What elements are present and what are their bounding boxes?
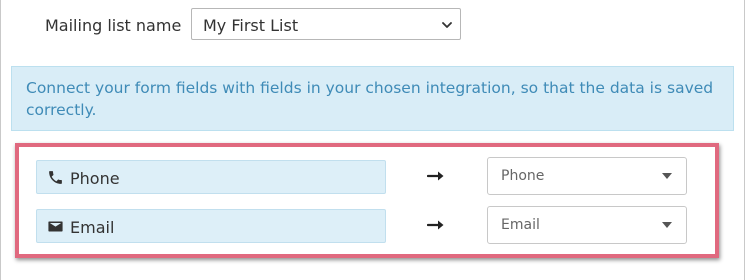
field-mapping-row-email: Email Email <box>19 206 715 244</box>
mailing-list-row: Mailing list name My First List <box>1 8 745 42</box>
caret-down-icon <box>662 222 672 228</box>
integration-settings-panel: Mailing list name My First List Connect … <box>0 0 745 280</box>
caret-down-icon <box>662 173 672 179</box>
mailing-list-label: Mailing list name <box>45 16 182 35</box>
arrow-right-icon <box>427 171 444 181</box>
arrow-right-icon <box>427 220 444 230</box>
mailing-list-selected-value: My First List <box>203 16 299 35</box>
form-field-email: Email <box>36 209 386 243</box>
info-message: Connect your form fields with fields in … <box>11 66 734 131</box>
integration-field-select-phone-value: Phone <box>501 168 545 184</box>
integration-field-select-phone[interactable]: Phone <box>487 157 687 195</box>
form-field-phone-label: Phone <box>70 169 120 188</box>
form-field-email-label: Email <box>70 218 115 237</box>
phone-icon <box>49 171 62 184</box>
envelope-icon <box>48 221 63 232</box>
integration-field-select-email[interactable]: Email <box>487 206 687 244</box>
integration-field-select-email-value: Email <box>501 217 540 233</box>
field-mapping-section: Phone Phone Email Email <box>15 143 719 258</box>
field-mapping-row-phone: Phone Phone <box>19 157 715 195</box>
form-field-phone: Phone <box>36 160 386 194</box>
chevron-down-icon <box>442 22 452 28</box>
mailing-list-select[interactable]: My First List <box>191 8 461 40</box>
